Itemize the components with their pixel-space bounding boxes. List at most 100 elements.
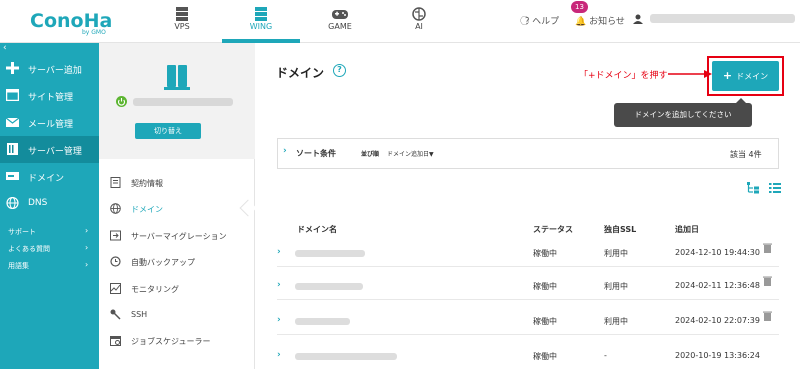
column-header-status: ステータス [533,225,573,234]
instruction-annotation: 「+ドメイン」を押す [579,71,668,81]
key-icon [110,309,121,320]
table-row[interactable]: › 稼働中 利用中 2024-12-10 19:44:30 [277,240,779,267]
ssl-cell: 利用中 [604,317,628,326]
sidebar-item-domain[interactable]: ドメイン [0,163,99,190]
chevron-right-icon[interactable]: › [277,247,281,257]
bell-icon: 🔔 [575,17,587,27]
conoha-logo[interactable]: ConoHa by GMO [30,8,116,36]
sidebar-item-label: DNS [28,198,48,208]
wing-icon [252,6,270,21]
help-circle-icon[interactable]: ? [333,64,346,77]
sidebar-item-dns[interactable]: DNS [0,190,99,217]
status-cell: 稼働中 [533,249,557,258]
notice-label: お知らせ [589,17,625,27]
sidebar-sub-label: よくある質問 [8,245,50,253]
tab-ai[interactable]: AI [380,0,458,43]
server-icon [7,143,18,155]
table-row[interactable]: › 稼働中 - 2020-10-19 13:36:24 [277,343,779,369]
question-circle-icon: ?⃝ [525,17,530,27]
status-cell: 稼働中 [533,282,557,291]
user-icon[interactable] [633,14,643,24]
chevron-right-icon: › [85,243,89,252]
sidebar-item-label: サイト管理 [28,93,74,103]
column-header-domain: ドメイン名 [297,225,337,234]
tab-wing-label: WING [249,22,273,31]
plus-icon: + [722,69,733,82]
arrow-right-icon [668,70,712,78]
sort-label: ソート条件 [296,149,336,158]
tree-view-icon[interactable] [747,182,759,194]
list-view-icon[interactable] [769,182,781,194]
chevron-right-icon: › [85,226,89,235]
page-title: ドメイン [276,66,325,80]
tab-wing[interactable]: WING [222,0,300,43]
scheduler-icon [110,336,121,346]
sidebar: ‹ サーバー追加 サイト管理 メール管理 サーバー管理 ドメイン DNS サポー… [0,43,99,369]
globe-icon [110,203,121,214]
tab-game[interactable]: GAME [301,0,379,43]
server-device-icon [164,65,190,90]
tab-ai-label: AI [415,22,423,31]
sidebar-item-label: サーバー管理 [28,147,82,157]
chevron-right-icon[interactable]: › [283,146,287,156]
status-cell: 稼働中 [533,352,557,361]
tab-vps[interactable]: VPS [143,0,221,43]
account-name-redacted[interactable] [650,14,795,23]
logo-sub: by GMO [82,29,106,36]
date-cell: 2024-12-10 19:44:30 [675,248,760,257]
table-row[interactable]: › 稼働中 利用中 2024-02-10 22:07:39 [277,308,779,335]
help-link[interactable]: ?⃝ ヘルプ [525,14,559,27]
domain-name-redacted[interactable] [295,353,397,360]
sidebar-item-add-server[interactable]: サーバー追加 [0,55,99,82]
sidebar-item-site[interactable]: サイト管理 [0,82,99,109]
panel-item-label: ドメイン [131,205,163,214]
tab-game-label: GAME [328,22,352,31]
date-cell: 2024-02-11 12:36:48 [675,281,760,290]
switch-server-button[interactable]: 切り替え [135,123,201,139]
chevron-right-icon[interactable]: › [277,280,281,290]
sort-panel[interactable] [277,138,779,169]
chevron-right-icon: › [85,260,89,269]
sidebar-sub-glossary[interactable]: 用語集 › [8,260,88,271]
sidebar-item-label: ドメイン [28,174,65,184]
panel-item-label: ジョブスケジューラー [131,337,211,346]
backup-icon [110,256,121,267]
trash-icon[interactable] [763,311,772,321]
sidebar-sub-label: サポート [8,228,36,236]
table-row[interactable]: › 稼働中 利用中 2024-02-11 12:36:48 [277,273,779,300]
sidebar-sub-faq[interactable]: よくある質問 › [8,243,88,254]
add-domain-tooltip: ドメインを追加してください [614,103,752,127]
domain-name-redacted[interactable] [295,250,365,257]
column-header-ssl: 独自SSL [604,225,637,234]
help-label: ヘルプ [532,17,560,27]
sidebar-sub-support[interactable]: サポート › [8,226,88,237]
add-domain-label: ドメイン [736,72,769,81]
domain-name-redacted[interactable] [295,318,350,325]
sort-order-label: 並び順 [361,151,380,158]
domain-name-redacted[interactable] [295,283,363,290]
add-domain-button[interactable]: + ドメイン [712,61,779,91]
panel-item-label: サーバーマイグレーション [131,232,227,241]
monitoring-icon [110,283,121,294]
trash-icon[interactable] [763,243,772,253]
sidebar-item-label: サーバー追加 [28,66,82,76]
date-cell: 2020-10-19 13:36:24 [675,351,760,360]
sidebar-item-mail[interactable]: メール管理 [0,109,99,136]
status-cell: 稼働中 [533,317,557,326]
notice-link[interactable]: 🔔 お知らせ [575,14,625,27]
column-header-date: 追加日 [675,225,699,234]
chevron-right-icon[interactable]: › [277,315,281,325]
top-bar: ConoHa by GMO VPS WING GAME AI ?⃝ ヘルプ 13… [0,0,800,43]
sidebar-sub-label: 用語集 [8,262,29,270]
date-cell: 2024-02-10 22:07:39 [675,316,760,325]
ssl-cell: - [604,351,607,360]
chevron-right-icon[interactable]: › [277,350,281,360]
trash-icon[interactable] [763,276,772,286]
sidebar-collapse-icon[interactable]: ‹ [3,43,7,53]
sidebar-item-label: メール管理 [28,120,74,130]
sidebar-item-server[interactable]: サーバー管理 [0,136,99,163]
panel-item-label: 契約情報 [131,179,163,188]
contract-icon [110,177,121,188]
sort-order-select[interactable]: ドメイン追加日▼ [387,149,434,158]
gamepad-icon [331,6,349,20]
